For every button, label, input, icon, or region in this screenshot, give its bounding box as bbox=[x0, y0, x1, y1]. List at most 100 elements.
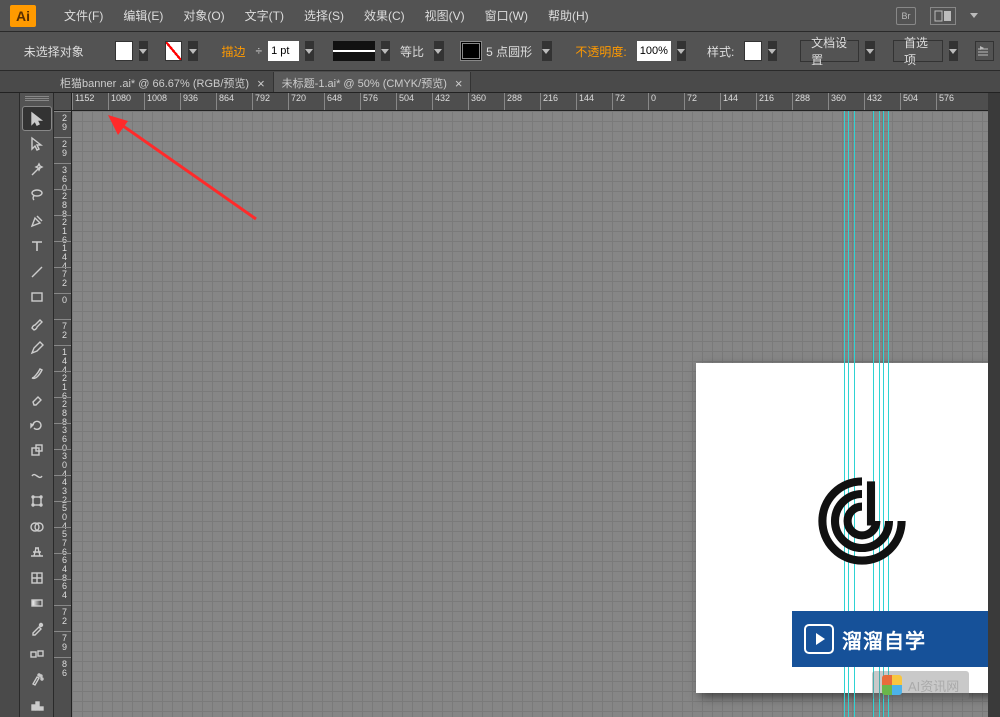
menu-file[interactable]: 文件(F) bbox=[54, 3, 113, 28]
paintbrush-tool[interactable] bbox=[23, 311, 51, 335]
pen-tool[interactable] bbox=[23, 209, 51, 233]
ruler-tick: 1008 bbox=[144, 93, 180, 111]
stroke-swatch[interactable] bbox=[165, 41, 182, 61]
rotate-tool[interactable] bbox=[23, 413, 51, 437]
type-tool[interactable] bbox=[23, 234, 51, 258]
blend-tool[interactable] bbox=[23, 642, 51, 666]
symbol-sprayer-tool[interactable] bbox=[23, 668, 51, 692]
style-dropdown[interactable] bbox=[768, 41, 778, 61]
control-panel-menu-icon[interactable] bbox=[975, 41, 994, 61]
scale-tool[interactable] bbox=[23, 438, 51, 462]
opacity-dropdown[interactable] bbox=[677, 41, 687, 61]
ruler-tick: 288 bbox=[54, 189, 71, 215]
ruler-tick: 1152 bbox=[72, 93, 108, 111]
menu-select[interactable]: 选择(S) bbox=[294, 3, 354, 28]
blob-brush-tool[interactable] bbox=[23, 362, 51, 386]
ruler-tick: 144 bbox=[54, 241, 71, 267]
shape-builder-tool[interactable] bbox=[23, 515, 51, 539]
canvas[interactable]: 溜溜自学 AI资讯网 bbox=[72, 111, 988, 717]
stroke-dropdown[interactable] bbox=[188, 41, 198, 61]
stroke-weight-input[interactable]: 1 pt bbox=[268, 41, 299, 61]
ruler-tick: 576 bbox=[936, 93, 972, 111]
document-setup-button[interactable]: 文档设置 bbox=[800, 40, 859, 62]
opacity-label[interactable]: 不透明度: bbox=[571, 43, 630, 60]
play-icon bbox=[804, 624, 834, 654]
menu-edit[interactable]: 编辑(E) bbox=[113, 3, 173, 28]
menu-view[interactable]: 视图(V) bbox=[415, 3, 475, 28]
document-setup-dropdown[interactable] bbox=[865, 41, 875, 61]
ruler-tick: 288 bbox=[54, 397, 71, 423]
column-graph-tool[interactable] bbox=[23, 693, 51, 717]
preferences-button[interactable]: 首选项 bbox=[893, 40, 943, 62]
panel-dock[interactable] bbox=[988, 93, 1000, 717]
panel-grip[interactable] bbox=[25, 96, 49, 102]
horizontal-ruler[interactable]: 1152 1080 1008 936 864 792 720 648 576 5… bbox=[54, 93, 988, 111]
ruler-tick: 72 bbox=[684, 93, 720, 111]
rectangle-tool[interactable] bbox=[23, 285, 51, 309]
stroke-label[interactable]: 描边 bbox=[217, 43, 249, 60]
vertical-ruler[interactable]: 2929360288216144720721442162883603044325… bbox=[54, 111, 72, 717]
workspace-dropdown-icon[interactable] bbox=[970, 13, 978, 18]
close-icon[interactable]: × bbox=[257, 76, 265, 91]
direct-selection-tool[interactable] bbox=[23, 132, 51, 156]
document-tab-2[interactable]: 未标题-1.ai* @ 50% (CMYK/预览) × bbox=[274, 72, 472, 92]
menu-window[interactable]: 窗口(W) bbox=[475, 3, 538, 28]
ruler-origin[interactable] bbox=[54, 93, 72, 111]
ruler-tick: 144 bbox=[576, 93, 612, 111]
watermark-sub-icon bbox=[882, 675, 902, 695]
fill-swatch[interactable] bbox=[115, 41, 132, 61]
fill-dropdown[interactable] bbox=[139, 41, 149, 61]
ruler-tick: 360 bbox=[54, 423, 71, 449]
stroke-profile[interactable] bbox=[333, 41, 375, 61]
pencil-tool[interactable] bbox=[23, 336, 51, 360]
ruler-tick: 1080 bbox=[108, 93, 144, 111]
ruler-tick: 720 bbox=[288, 93, 324, 111]
ruler-tick: 0 bbox=[54, 293, 71, 319]
width-tool[interactable] bbox=[23, 464, 51, 488]
free-transform-tool[interactable] bbox=[23, 489, 51, 513]
workspace: 1152 1080 1008 936 864 792 720 648 576 5… bbox=[0, 93, 1000, 717]
eyedropper-tool[interactable] bbox=[23, 617, 51, 641]
gradient-tool[interactable] bbox=[23, 591, 51, 615]
document-tab-1[interactable]: 柜猫banner .ai* @ 66.67% (RGB/预览) × bbox=[52, 72, 274, 92]
selection-tool[interactable] bbox=[23, 107, 51, 131]
document-tab-strip: 柜猫banner .ai* @ 66.67% (RGB/预览) × 未标题-1.… bbox=[0, 71, 1000, 93]
ruler-tick: 64 bbox=[54, 579, 71, 605]
ratio-dropdown[interactable] bbox=[434, 41, 444, 61]
perspective-grid-tool[interactable] bbox=[23, 540, 51, 564]
eraser-tool[interactable] bbox=[23, 387, 51, 411]
style-swatch[interactable] bbox=[744, 41, 761, 61]
ruler-tick: 864 bbox=[216, 93, 252, 111]
line-tool[interactable] bbox=[23, 260, 51, 284]
ruler-tick: 432 bbox=[864, 93, 900, 111]
ruler-tick: 72 bbox=[612, 93, 648, 111]
ruler-tick: 936 bbox=[180, 93, 216, 111]
brush-swatch[interactable] bbox=[460, 41, 482, 61]
ruler-tick: 288 bbox=[504, 93, 540, 111]
bridge-icon[interactable]: Br bbox=[896, 7, 916, 25]
workspace-switcher[interactable] bbox=[930, 7, 956, 25]
canvas-area: 1152 1080 1008 936 864 792 720 648 576 5… bbox=[54, 93, 988, 717]
opacity-input[interactable]: 100% bbox=[637, 41, 671, 61]
close-icon[interactable]: × bbox=[455, 76, 463, 91]
ruler-tick: 144 bbox=[54, 345, 71, 371]
lasso-tool[interactable] bbox=[23, 183, 51, 207]
menu-object[interactable]: 对象(O) bbox=[173, 3, 234, 28]
annotation-arrow bbox=[106, 111, 266, 226]
brush-dropdown[interactable] bbox=[542, 41, 552, 61]
ruler-tick: 792 bbox=[252, 93, 288, 111]
stroke-profile-dropdown[interactable] bbox=[381, 41, 391, 61]
magic-wand-tool[interactable] bbox=[23, 158, 51, 182]
menu-effect[interactable]: 效果(C) bbox=[354, 3, 415, 28]
ruler-tick: 288 bbox=[792, 93, 828, 111]
menu-type[interactable]: 文字(T) bbox=[235, 3, 294, 28]
preferences-dropdown[interactable] bbox=[949, 41, 959, 61]
ruler-tick: 29 bbox=[54, 137, 71, 163]
watermark-sub: AI资讯网 bbox=[872, 671, 969, 699]
ruler-tick: 86 bbox=[54, 657, 71, 683]
app-logo: Ai bbox=[10, 5, 36, 27]
mesh-tool[interactable] bbox=[23, 566, 51, 590]
menu-help[interactable]: 帮助(H) bbox=[538, 3, 599, 28]
ratio-label: 等比 bbox=[396, 43, 428, 60]
stroke-weight-dropdown[interactable] bbox=[305, 41, 315, 61]
